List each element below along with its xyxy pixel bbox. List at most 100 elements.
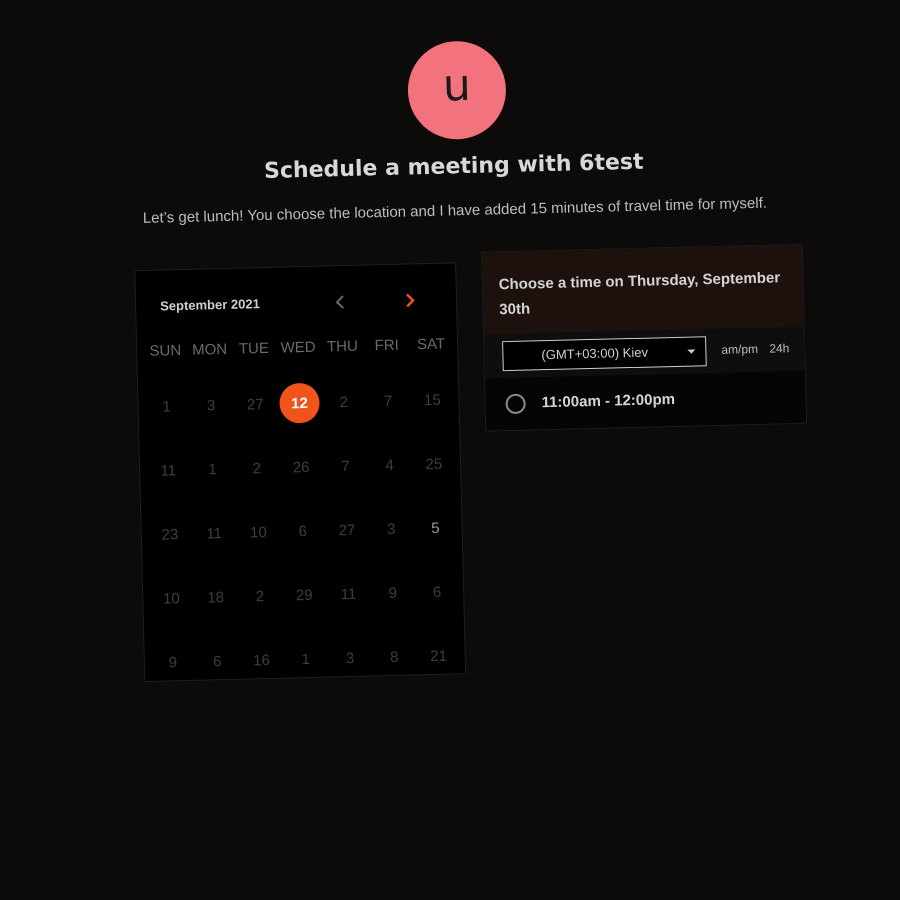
calendar-day: 9 xyxy=(150,630,196,695)
calendar-day: 6 xyxy=(280,499,326,564)
calendar-day: 2 xyxy=(237,564,283,629)
radio-icon[interactable] xyxy=(505,393,526,415)
day-number: 27 xyxy=(246,395,264,413)
calendar-day: 5 xyxy=(413,495,459,560)
calendar-day: 2 xyxy=(234,436,280,501)
day-number: 3 xyxy=(206,396,216,414)
weekday-label: FRI xyxy=(374,336,399,355)
24h-format-toggle[interactable]: 24h xyxy=(769,341,789,355)
timezone-row: (GMT+03:00) Kiev am/pm 24h xyxy=(483,326,805,379)
calendar-day: 3 xyxy=(327,625,373,690)
weekday-label: TUE xyxy=(238,339,270,358)
day-number: 23 xyxy=(161,525,179,544)
calendar-day: 8 xyxy=(371,624,417,689)
calendar-day: 7 xyxy=(322,434,368,499)
ampm-format-toggle[interactable]: am/pm xyxy=(721,342,758,357)
calendar-day: 3 xyxy=(188,373,234,438)
chevron-left-icon xyxy=(335,295,344,309)
calendar-day: 16 xyxy=(239,628,285,693)
weekday-label: SUN xyxy=(149,342,182,360)
weekday-label: WED xyxy=(280,338,316,357)
time-picker-panel: Choose a time on Thursday, September 30t… xyxy=(480,243,808,432)
day-number: 18 xyxy=(207,588,225,606)
day-number: 11 xyxy=(160,461,177,480)
time-panel-heading: Choose a time on Thursday, September 30t… xyxy=(481,244,804,335)
calendar-day: 29 xyxy=(281,563,327,628)
chevron-right-icon xyxy=(406,293,415,308)
time-slot[interactable]: 11:00am - 12:00pm xyxy=(485,371,806,431)
day-number: 1 xyxy=(301,650,311,668)
selected-day-label: 12 xyxy=(279,382,321,424)
day-number: 16 xyxy=(252,651,271,669)
day-number: 11 xyxy=(206,524,223,542)
day-number: 6 xyxy=(212,652,222,670)
day-number: 7 xyxy=(340,457,350,475)
calendar-day: 26 xyxy=(278,435,324,500)
day-number: 10 xyxy=(162,589,180,608)
calendar-day: 1 xyxy=(144,374,190,439)
day-number: 2 xyxy=(255,587,265,605)
calendar-day: 27 xyxy=(232,372,278,437)
day-number: 3 xyxy=(345,649,355,667)
calendar-day: 4 xyxy=(367,432,413,497)
avatar: u xyxy=(406,40,508,141)
calendar-day: 3 xyxy=(368,496,414,561)
calendar-day: 11 xyxy=(145,438,191,503)
calendar-day: 27 xyxy=(324,498,370,563)
day-number: 8 xyxy=(389,648,399,666)
calendar-day: 15 xyxy=(409,367,455,432)
timezone-select[interactable]: (GMT+03:00) Kiev xyxy=(502,336,707,372)
calendar-day: 11 xyxy=(191,501,237,566)
calendar-day: 23 xyxy=(147,502,193,567)
page-description: Let’s get lunch! You choose the location… xyxy=(142,194,768,227)
prev-month-button[interactable] xyxy=(326,288,355,317)
day-number: 25 xyxy=(425,455,443,473)
calendar-day: 9 xyxy=(370,560,416,625)
day-number: 10 xyxy=(249,523,267,541)
calendar: September 2021 SUN MON TUE WED THU FRI S… xyxy=(134,262,467,683)
calendar-day: 11 xyxy=(326,561,372,626)
calendar-day: 21 xyxy=(416,623,462,688)
day-grid: 1 3 27 12 2 7 15 11 1 2 26 7 4 25 23 11 10 6 27 3 5 10 18 2 29 11… xyxy=(144,367,462,694)
day-number: 2 xyxy=(339,393,349,411)
calendar-day: 6 xyxy=(414,559,460,624)
day-number: 15 xyxy=(423,391,441,409)
calendar-day: 2 xyxy=(321,370,367,435)
weekday-label: MON xyxy=(191,340,228,359)
caret-down-icon xyxy=(687,349,696,354)
weekday-label: THU xyxy=(326,337,359,356)
time-slot-label: 11:00am - 12:00pm xyxy=(541,390,676,412)
day-number: 6 xyxy=(432,583,442,601)
timezone-value: (GMT+03:00) Kiev xyxy=(541,344,649,363)
day-number: 27 xyxy=(338,521,356,539)
day-number: 21 xyxy=(430,647,448,665)
day-number: 1 xyxy=(208,460,217,478)
day-number: 11 xyxy=(340,585,357,603)
page-title: Schedule a meeting with 6test xyxy=(263,149,644,184)
scheduling-page: u Schedule a meeting with 6test Let’s ge… xyxy=(0,0,900,900)
weekday-label: SAT xyxy=(416,335,446,354)
calendar-day: 18 xyxy=(193,565,239,630)
calendar-day: 25 xyxy=(411,431,457,496)
calendar-day: 6 xyxy=(194,629,240,694)
day-number: 6 xyxy=(298,522,308,540)
calendar-day: 1 xyxy=(190,437,236,502)
month-label: September 2021 xyxy=(159,296,261,314)
calendar-day: 10 xyxy=(235,500,281,565)
calendar-day[interactable]: 12 xyxy=(277,371,323,436)
day-number: 29 xyxy=(295,586,313,604)
day-number: 26 xyxy=(292,458,310,476)
day-number: 2 xyxy=(252,459,262,477)
day-number: 9 xyxy=(388,584,398,602)
day-number: 4 xyxy=(385,456,395,474)
day-number: 5 xyxy=(431,519,440,537)
day-number: 7 xyxy=(383,392,393,410)
calendar-day: 10 xyxy=(148,566,194,631)
calendar-day: 7 xyxy=(365,368,411,433)
day-number: 9 xyxy=(168,653,178,671)
calendar-day: 1 xyxy=(283,627,329,692)
day-number: 1 xyxy=(162,397,172,416)
weekday-header: SUN MON TUE WED THU FRI SAT xyxy=(143,335,453,360)
next-month-button[interactable] xyxy=(396,286,425,315)
day-number: 3 xyxy=(386,520,396,538)
